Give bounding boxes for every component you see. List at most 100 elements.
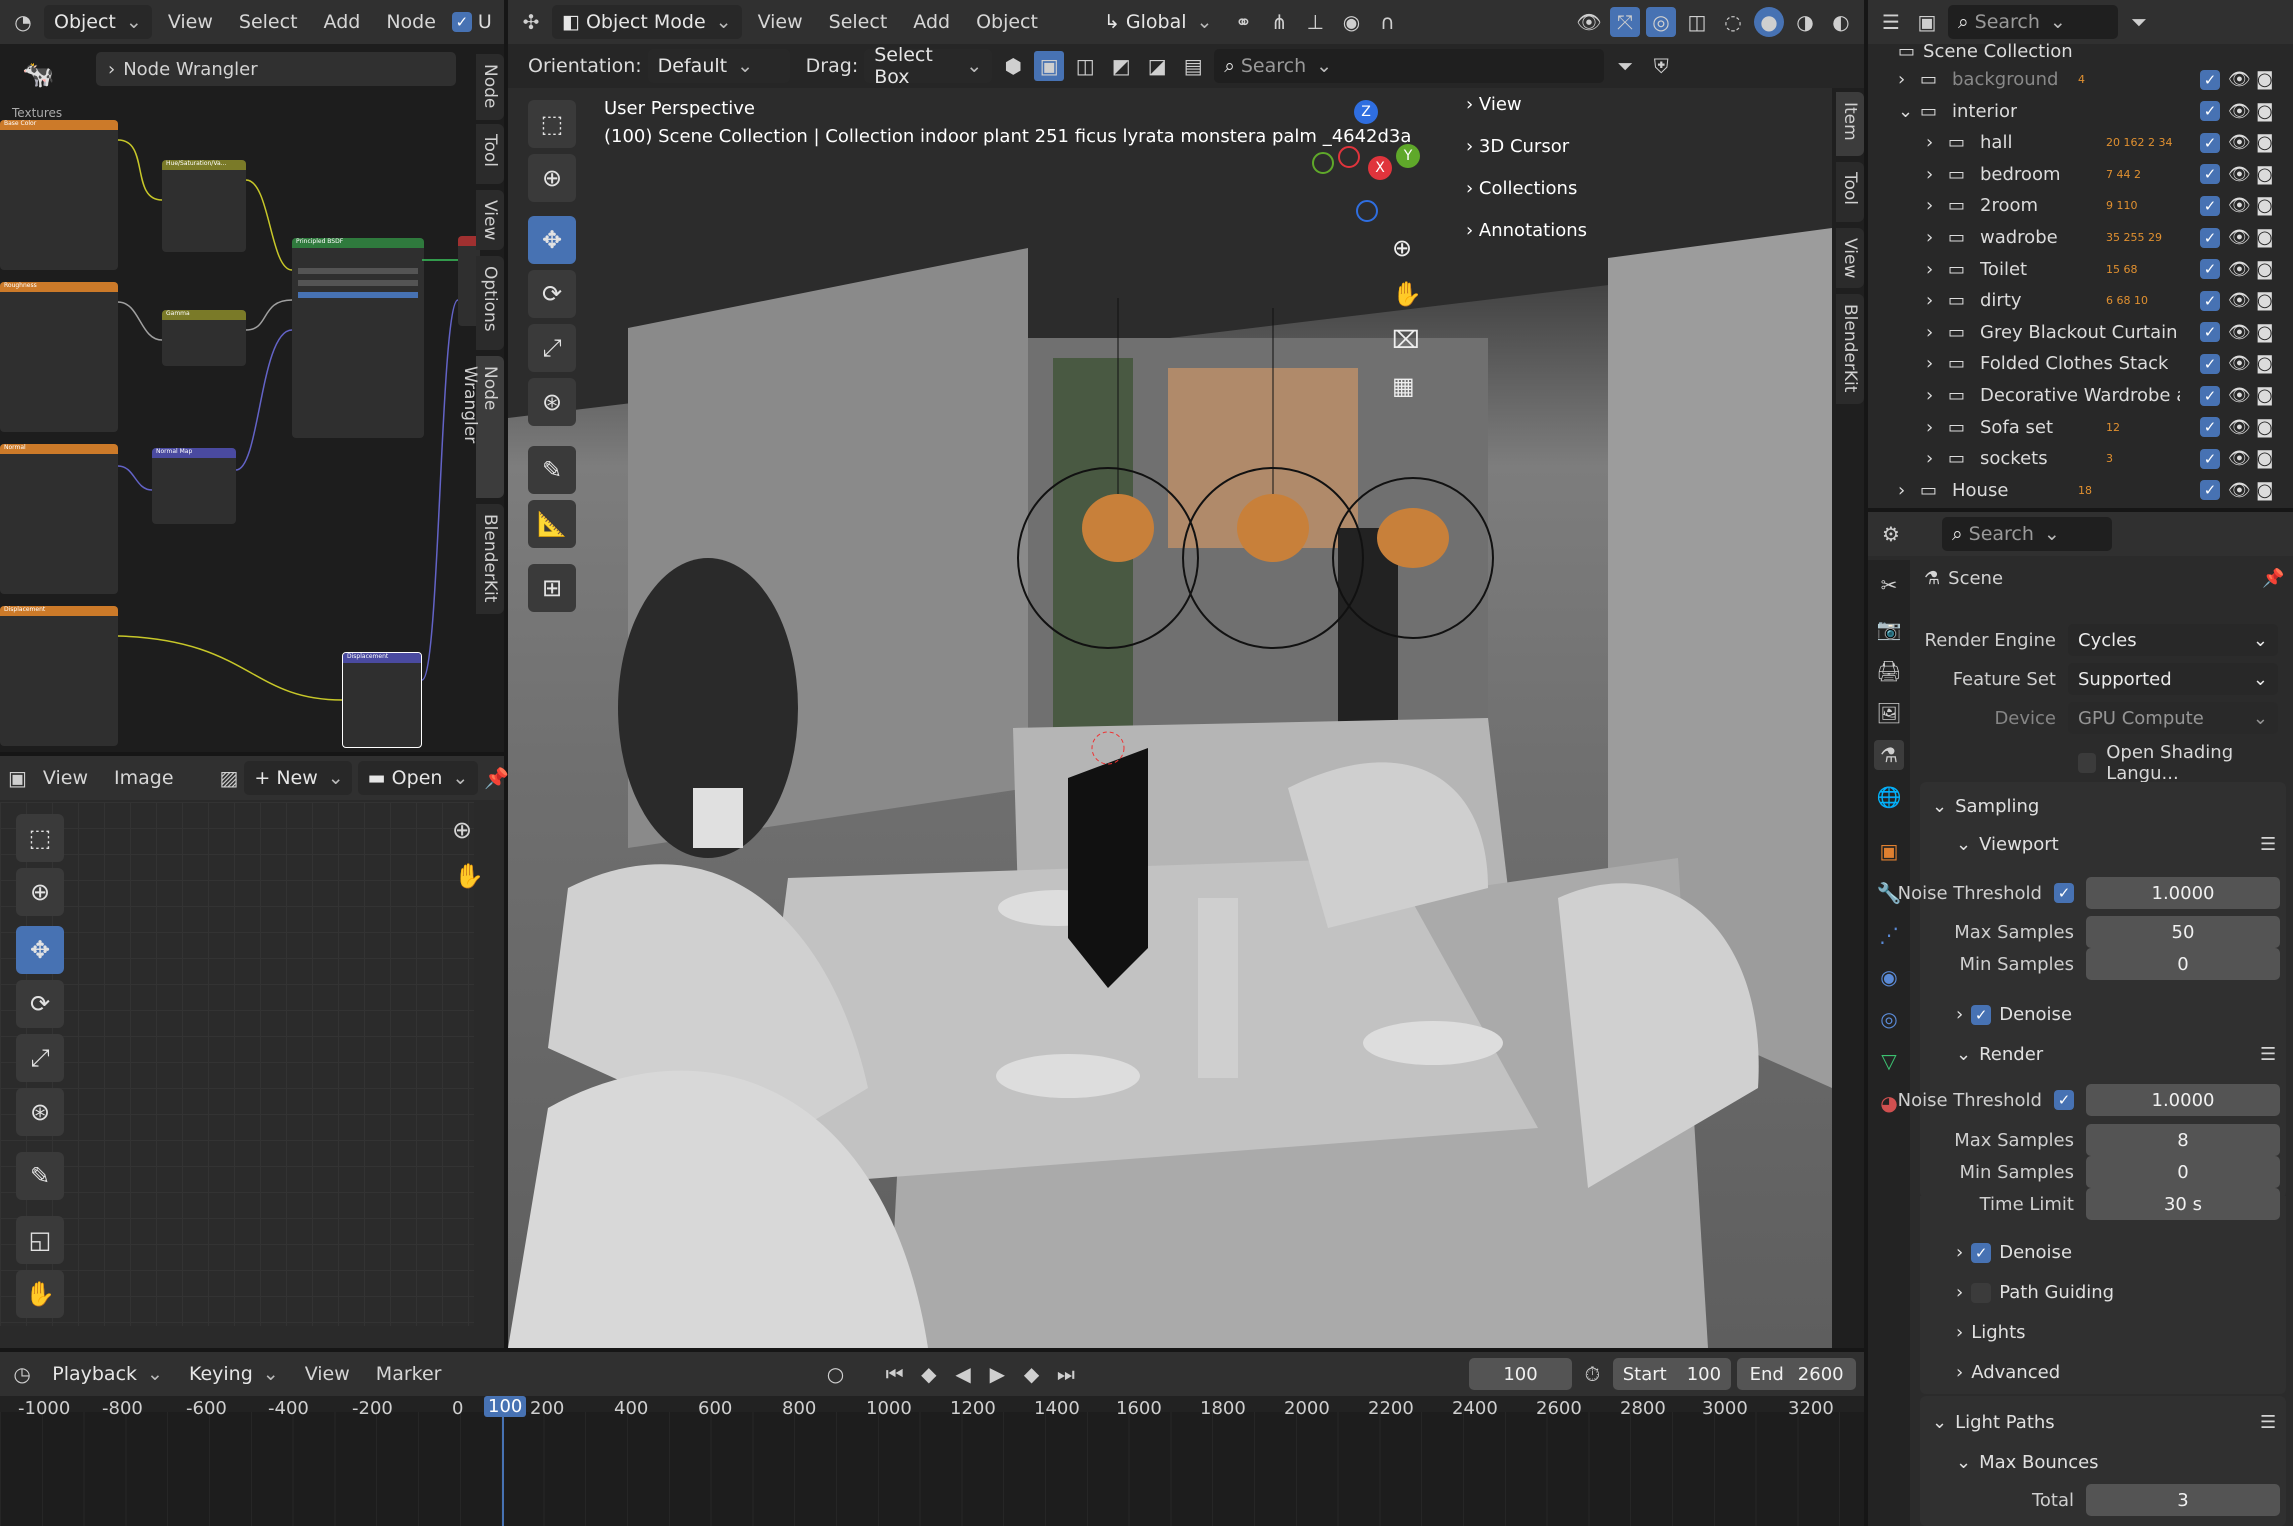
exclude-checkbox[interactable]: ✓ bbox=[2200, 101, 2220, 122]
data-tab-icon[interactable]: ▽ bbox=[1874, 1046, 1904, 1076]
jump-end-icon[interactable]: ⏭ bbox=[1052, 1359, 1080, 1389]
render-camera-icon[interactable]: ◙ bbox=[2256, 69, 2273, 90]
tool-move[interactable]: ✥ bbox=[528, 216, 576, 264]
render-camera-icon[interactable]: ◙ bbox=[2256, 353, 2273, 374]
axis-z-icon[interactable]: Z bbox=[1354, 100, 1378, 124]
drag-dropdown[interactable]: Select Box bbox=[864, 44, 993, 88]
r-noise-threshold-field[interactable]: 1.0000 bbox=[2086, 1084, 2280, 1116]
display-mode-icon[interactable]: ▣ bbox=[1912, 7, 1942, 37]
outliner-item[interactable]: › ▭ bedroom 7 44 2 ✓ 👁 ◙ bbox=[1868, 159, 2293, 190]
outliner-search[interactable]: ⌕ Search bbox=[1948, 5, 2118, 39]
outliner-item[interactable]: ⌄ ▭ interior ✓ 👁 ◙ bbox=[1868, 96, 2293, 127]
render-camera-icon[interactable]: ◙ bbox=[2256, 164, 2273, 185]
viewport-presets-icon[interactable]: ☰ bbox=[2260, 834, 2276, 855]
tool-measure[interactable]: 📐 bbox=[528, 500, 576, 548]
viewport-search[interactable]: ⌕ Search bbox=[1214, 49, 1605, 83]
eye-icon[interactable]: 👁 bbox=[2228, 290, 2251, 311]
render-camera-icon[interactable]: ◙ bbox=[2256, 480, 2273, 501]
light-paths-header[interactable]: ⌄ Light Paths bbox=[1932, 1412, 2055, 1433]
camera-icon[interactable]: ⌧ bbox=[1392, 326, 1420, 354]
constraints-tab-icon[interactable]: ◎ bbox=[1874, 1004, 1904, 1034]
object-tab-icon[interactable]: ▣ bbox=[1874, 836, 1904, 866]
expand-chevron-icon[interactable]: › bbox=[1926, 322, 1933, 343]
tool-add-cube[interactable]: ⊞ bbox=[528, 564, 576, 612]
vp-denoise-subheader[interactable]: › ✓ Denoise bbox=[1956, 1004, 2072, 1025]
start-frame-field[interactable]: Start 100 bbox=[1612, 1358, 1732, 1390]
viewport-tab-view[interactable]: View bbox=[1836, 228, 1864, 288]
timeline-track[interactable] bbox=[0, 1412, 1864, 1526]
play-icon[interactable]: ▶ bbox=[983, 1359, 1011, 1389]
image-menu-view[interactable]: View bbox=[33, 767, 98, 789]
axis-neg-x-icon[interactable] bbox=[1338, 146, 1360, 168]
viewport-menu-select[interactable]: Select bbox=[819, 11, 898, 33]
keying-menu[interactable]: Keying bbox=[179, 1357, 289, 1391]
exclude-checkbox[interactable]: ✓ bbox=[2200, 164, 2220, 185]
play-reverse-icon[interactable]: ◀ bbox=[949, 1359, 977, 1389]
shield-icon[interactable]: ⛨ bbox=[1646, 51, 1676, 81]
outliner-item[interactable]: › ▭ sockets 3 ✓ 👁 ◙ bbox=[1868, 443, 2293, 474]
outliner-item[interactable]: › ▭ Grey Blackout Curtain wit ✓ 👁◙ bbox=[1868, 317, 2293, 348]
auto-key-icon[interactable]: ○ bbox=[821, 1359, 849, 1389]
exclude-checkbox[interactable]: ✓ bbox=[2200, 322, 2220, 343]
axis-x-icon[interactable]: X bbox=[1368, 156, 1392, 180]
image-tool-rip[interactable]: ◱ bbox=[16, 1216, 64, 1264]
eye-icon[interactable]: 👁 bbox=[2228, 322, 2251, 343]
outliner-item[interactable]: › ▭ House 18 ✓ 👁 ◙ bbox=[1868, 475, 2293, 506]
r-denoise-subheader[interactable]: › ✓ Denoise bbox=[1956, 1242, 2072, 1263]
exclude-checkbox[interactable]: ✓ bbox=[2200, 227, 2220, 248]
image-tool-scale[interactable]: ⤢ bbox=[16, 1034, 64, 1082]
tool-tab-icon[interactable]: ✂ bbox=[1874, 570, 1904, 600]
eye-icon[interactable]: 👁 bbox=[2228, 164, 2251, 185]
axis-neg-y-icon[interactable] bbox=[1312, 152, 1334, 174]
outliner-item[interactable]: › ▭ 2room 9 110 ✓ 👁 ◙ bbox=[1868, 190, 2293, 221]
outliner-item[interactable]: › ▭ Folded Clothes Stack ✓ 👁 ◙ bbox=[1868, 348, 2293, 379]
tool-rotate[interactable]: ⟳ bbox=[528, 270, 576, 318]
node-side-tab-blenderkit[interactable]: BlenderKit bbox=[476, 504, 504, 614]
image-tool-grab[interactable]: ✋ bbox=[16, 1270, 64, 1318]
eye-icon[interactable]: 👁 bbox=[2228, 195, 2251, 216]
image-menu-image[interactable]: Image bbox=[104, 767, 184, 789]
expand-chevron-icon[interactable]: › bbox=[1926, 385, 1933, 406]
feature-set-dropdown[interactable]: Supported ⌄ bbox=[2068, 663, 2278, 695]
viewport-tab-blenderkit[interactable]: BlenderKit bbox=[1836, 294, 1864, 404]
snap-icon[interactable]: ⋔ bbox=[1264, 7, 1294, 37]
vp-min-samples-field[interactable]: 0 bbox=[2086, 948, 2280, 980]
render-presets-icon[interactable]: ☰ bbox=[2260, 1044, 2276, 1065]
object-mode-dropdown[interactable]: ◧ Object Mode bbox=[552, 5, 742, 39]
image-editor-type-icon[interactable]: ▣ bbox=[8, 763, 27, 793]
render-engine-dropdown[interactable]: Cycles ⌄ bbox=[2068, 624, 2278, 656]
expand-chevron-icon[interactable]: ⌄ bbox=[1898, 101, 1913, 122]
perspective-grid-icon[interactable]: ▦ bbox=[1392, 372, 1415, 400]
pan-hand-icon[interactable]: ✋ bbox=[1392, 280, 1422, 308]
eye-icon[interactable]: 👁 bbox=[2228, 259, 2251, 280]
pin-icon[interactable]: 📌 bbox=[2262, 568, 2284, 589]
color-mode-icon[interactable]: ⬢ bbox=[998, 51, 1028, 81]
image-tool-move[interactable]: ✥ bbox=[16, 926, 64, 974]
eye-icon[interactable]: 👁 bbox=[2228, 480, 2251, 501]
lights-subheader[interactable]: › Lights bbox=[1956, 1322, 2026, 1343]
vp-denoise-checkbox[interactable]: ✓ bbox=[1971, 1004, 1992, 1025]
proportional-icon[interactable]: ◉ bbox=[1336, 7, 1366, 37]
pivot-icon[interactable]: ⚭ bbox=[1228, 7, 1258, 37]
current-frame-field[interactable]: 100 bbox=[1468, 1358, 1573, 1390]
viewport-menu-view[interactable]: View bbox=[748, 11, 813, 33]
shading-solid-icon[interactable]: ● bbox=[1754, 7, 1784, 37]
timeline-menu-view[interactable]: View bbox=[295, 1363, 360, 1385]
image-tool-select[interactable]: ⬚ bbox=[16, 814, 64, 862]
end-frame-field[interactable]: End 2600 bbox=[1737, 1358, 1856, 1390]
exclude-checkbox[interactable]: ✓ bbox=[2200, 69, 2220, 90]
select-mode-extend-icon[interactable]: ◫ bbox=[1070, 51, 1100, 81]
select-mode-intersect-icon[interactable]: ▤ bbox=[1178, 51, 1208, 81]
sidebar-panel-view[interactable]: › View bbox=[1466, 94, 1796, 115]
exclude-checkbox[interactable]: ✓ bbox=[2200, 195, 2220, 216]
viewport-subheader[interactable]: ⌄ Viewport bbox=[1956, 834, 2059, 855]
render-camera-icon[interactable]: ◙ bbox=[2256, 417, 2273, 438]
image-canvas-grid[interactable] bbox=[0, 802, 474, 1326]
axis-neg-z-icon[interactable] bbox=[1356, 200, 1378, 222]
image-tool-cursor[interactable]: ⊕ bbox=[16, 868, 64, 916]
gizmo-toggle-icon[interactable]: ⤧ bbox=[1610, 7, 1640, 37]
image-tool-rotate[interactable]: ⟳ bbox=[16, 980, 64, 1028]
viewport-type-icon[interactable]: ✣ bbox=[516, 7, 546, 37]
properties-type-icon[interactable]: ⚙ bbox=[1876, 519, 1906, 549]
expand-chevron-icon[interactable]: › bbox=[1898, 69, 1905, 90]
